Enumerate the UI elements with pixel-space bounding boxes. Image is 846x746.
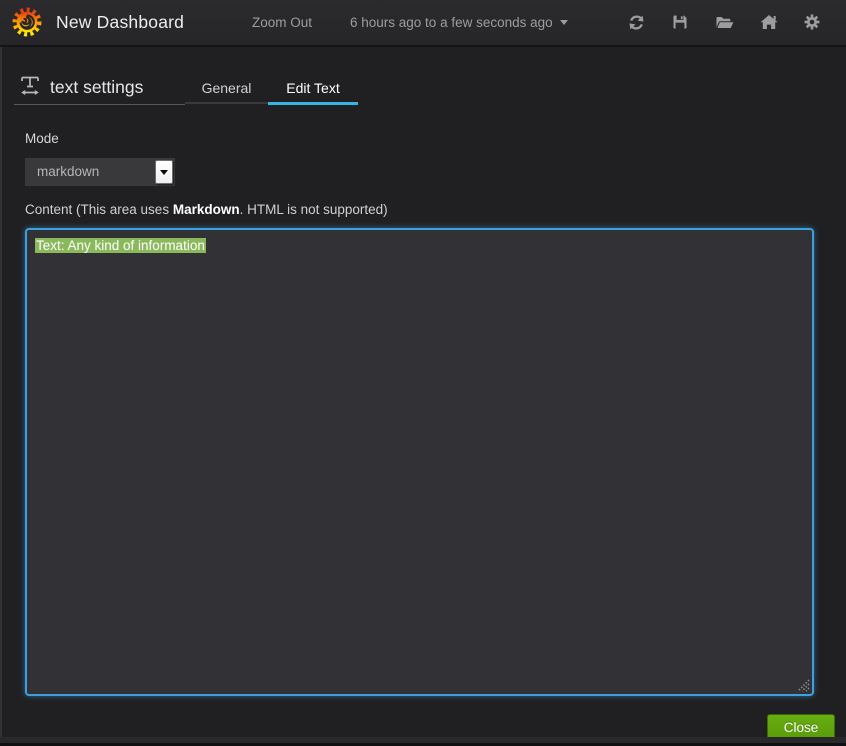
navbar-divider — [0, 45, 846, 47]
text-width-icon — [18, 73, 42, 97]
grafana-text-panel-editor: New Dashboard Zoom Out 6 hours ago to a … — [0, 0, 846, 746]
time-range-label: 6 hours ago to a few seconds ago — [350, 15, 553, 30]
home-icon[interactable] — [759, 12, 779, 32]
mode-select[interactable]: markdown — [25, 158, 175, 186]
content-label-prefix: Content (This area uses — [25, 202, 173, 217]
tab-general[interactable]: General — [185, 75, 268, 104]
save-icon[interactable] — [670, 12, 690, 32]
content-label-suffix: . HTML is not supported) — [240, 202, 388, 217]
panel-editor-title: text settings — [50, 72, 143, 102]
folder-open-icon[interactable] — [714, 12, 734, 32]
grafana-logo-icon[interactable] — [12, 7, 42, 37]
content-textarea[interactable]: Text: Any kind of information — [25, 228, 814, 696]
left-edge-strip — [0, 47, 2, 746]
content-label: Content (This area uses Markdown. HTML i… — [25, 202, 388, 217]
markdown-link[interactable]: Markdown — [173, 202, 240, 217]
selected-text: Text: Any kind of information — [35, 238, 206, 253]
mode-label: Mode — [25, 131, 59, 146]
header-underline — [14, 104, 185, 105]
mode-select-value: markdown — [37, 158, 99, 186]
top-navbar: New Dashboard Zoom Out 6 hours ago to a … — [0, 0, 846, 45]
chevron-down-icon — [560, 20, 568, 25]
tab-edit-text[interactable]: Edit Text — [268, 75, 358, 105]
gear-icon[interactable] — [802, 12, 822, 32]
dashboard-title[interactable]: New Dashboard — [56, 0, 184, 45]
zoom-out-button[interactable]: Zoom Out — [252, 0, 312, 45]
time-range-picker[interactable]: 6 hours ago to a few seconds ago — [350, 0, 568, 45]
resize-grip[interactable] — [797, 679, 810, 692]
refresh-icon[interactable] — [626, 12, 646, 32]
select-dropdown-arrow-icon — [155, 160, 173, 184]
